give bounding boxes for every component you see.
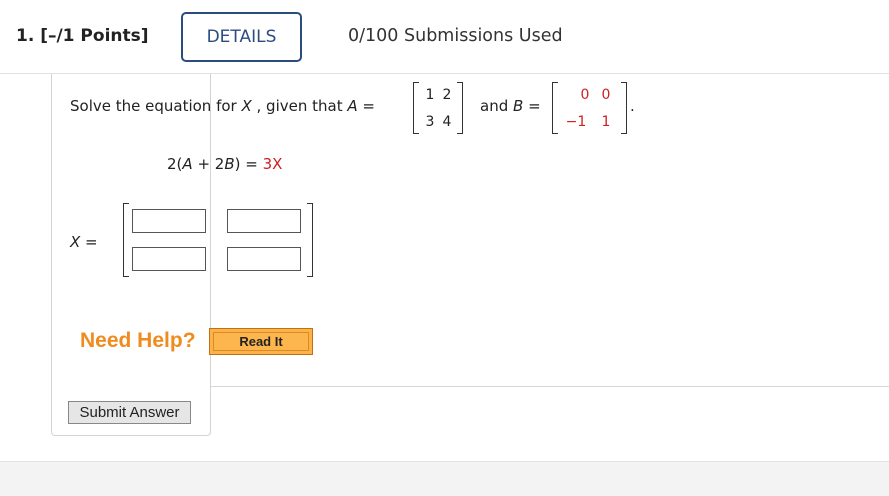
answer-eq: =: [80, 233, 98, 251]
equation-part: ) =: [234, 155, 263, 173]
and-word: and: [480, 97, 513, 115]
matrix-b-cell: 1: [601, 114, 611, 130]
submissions-count: 0/100 Submissions Used: [348, 26, 563, 46]
matrix-a-cell: 4: [442, 114, 452, 130]
equation-var-a: A: [182, 155, 193, 173]
period: .: [630, 97, 635, 115]
equation-part: 2(: [167, 155, 183, 173]
prompt-var-x: X: [241, 97, 252, 115]
prompt-eq-b: =: [523, 97, 541, 115]
prompt-eq: =: [357, 97, 375, 115]
answer-label: X =: [70, 233, 98, 251]
matrix-a-cell: 1: [425, 87, 435, 103]
matrix-a-cell: 3: [425, 114, 435, 130]
read-it-button[interactable]: Read It: [209, 328, 313, 355]
equation: 2(A + 2B) = 3X: [167, 155, 282, 173]
equation-right: 3X: [262, 155, 283, 173]
prompt-text-mid: , given that: [251, 97, 348, 115]
footer-bar: [0, 461, 889, 496]
answer-input-r2c1[interactable]: [132, 247, 206, 271]
matrix-a: 1 2 3 4: [413, 82, 463, 134]
prompt-var-b: B: [513, 97, 524, 115]
matrix-b-cell: 0: [601, 87, 611, 103]
answer-var-x: X: [70, 233, 81, 251]
answer-input-r1c1[interactable]: [132, 209, 206, 233]
prompt-var-a: A: [347, 97, 358, 115]
matrix-b-cell: −1: [565, 114, 587, 130]
read-it-label: Read It: [213, 332, 309, 351]
question-header: 1. [–/1 Points] DETAILS 0/100 Submission…: [0, 0, 889, 74]
matrix-b: 0 0 −1 1: [552, 82, 627, 134]
matrix-b-cell: 0: [580, 87, 590, 103]
submit-answer-button[interactable]: Submit Answer: [68, 401, 191, 424]
question-prompt: Solve the equation for X , given that A …: [70, 97, 375, 115]
equation-var-b: B: [224, 155, 235, 173]
answer-input-r2c2[interactable]: [227, 247, 301, 271]
prompt-text: Solve the equation for: [70, 97, 242, 115]
matrix-a-cell: 2: [442, 87, 452, 103]
answer-input-r1c2[interactable]: [227, 209, 301, 233]
and-text: and B =: [480, 97, 541, 115]
equation-part: + 2: [192, 155, 225, 173]
question-title: 1. [–/1 Points]: [16, 26, 149, 46]
panel-divider: [210, 386, 889, 387]
details-button[interactable]: DETAILS: [181, 12, 302, 62]
need-help-label: Need Help?: [80, 329, 196, 352]
